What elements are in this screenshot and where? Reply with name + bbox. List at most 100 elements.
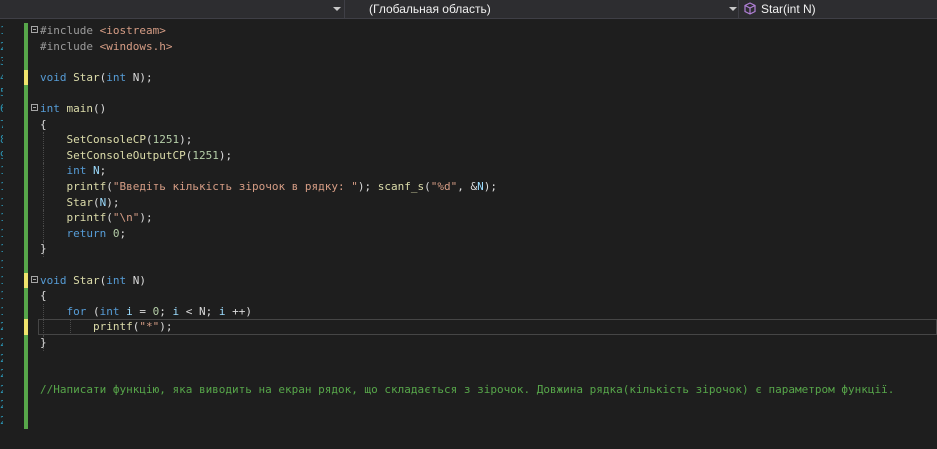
collapse-icon[interactable]: [31, 104, 38, 111]
code-text: }: [40, 241, 47, 257]
code-token: printf: [66, 180, 107, 193]
line-number: 7: [0, 117, 3, 133]
code-text: }: [40, 335, 47, 351]
code-line[interactable]: 2 #include <windows.h>: [0, 38, 937, 55]
code-line[interactable]: 26: [0, 413, 937, 429]
code-token: < N;: [179, 304, 219, 318]
code-line[interactable]: 4 void Star(int N);: [0, 69, 937, 86]
code-line[interactable]: 3: [0, 54, 937, 70]
code-line[interactable]: 5: [0, 85, 937, 101]
code-line[interactable]: 9 SetConsoleOutputCP(1251);: [0, 147, 937, 164]
code-token: {: [40, 289, 47, 303]
change-tracking-marker: [24, 69, 28, 86]
change-tracking-marker: [24, 257, 28, 273]
line-number: 8: [0, 132, 3, 148]
code-line[interactable]: 8 SetConsoleCP(1251);: [0, 132, 937, 148]
code-token: <iostream>: [99, 24, 166, 37]
line-number: 24: [0, 382, 3, 398]
code-token: );: [357, 180, 378, 193]
code-token: return: [66, 226, 113, 240]
code-token: "\n": [112, 211, 140, 225]
code-line[interactable]: 15}: [0, 241, 937, 257]
code-text: SetConsoleOutputCP(1251);: [40, 148, 233, 164]
code-token: );: [179, 133, 193, 147]
code-token: for: [66, 304, 93, 318]
code-token: <windows.h>: [99, 39, 173, 53]
code-line[interactable]: 16: [0, 257, 937, 273]
code-line[interactable]: 25: [0, 397, 937, 413]
code-line[interactable]: 21}: [0, 335, 937, 351]
code-editor[interactable]: 1 #include <iostream> 2 #include <windows.h…: [0, 19, 937, 449]
scope-dropdown[interactable]: (Глобальная область): [346, 0, 739, 18]
code-line[interactable]: 24 //Написати функцію, яка виводить на ек…: [0, 381, 937, 398]
line-number: 15: [0, 241, 3, 257]
code-line[interactable]: 13 printf("\n");: [0, 210, 937, 226]
code-token: i: [218, 304, 226, 318]
member-dropdown[interactable]: Star(int N): [740, 0, 937, 18]
collapse-icon[interactable]: [31, 275, 38, 283]
code-line[interactable]: 12 Star(N);: [0, 194, 937, 211]
line-number: 25: [0, 397, 3, 413]
line-number: 13: [0, 210, 3, 226]
code-token: (: [424, 180, 431, 193]
code-token: , &: [457, 180, 478, 193]
line-number: 3: [0, 54, 3, 70]
change-tracking-marker: [24, 272, 28, 289]
line-number: 2: [0, 39, 3, 55]
code-line[interactable]: 19 for (int i = 0; i < N; i ++): [0, 303, 937, 320]
code-token: Star: [66, 195, 94, 209]
code-text: int N;: [40, 163, 107, 179]
code-text: int main(): [40, 101, 106, 117]
code-token: SetConsoleCP: [66, 133, 146, 147]
code-token: (: [106, 180, 113, 193]
project-dropdown[interactable]: [0, 0, 345, 18]
code-line[interactable]: 17 void Star(int N): [0, 272, 937, 289]
code-token: int: [40, 102, 67, 115]
line-number: 20: [0, 319, 3, 335]
code-text: void Star(int N);: [40, 70, 153, 86]
method-cube-icon: [744, 2, 756, 15]
change-tracking-marker: [24, 54, 28, 70]
line-number: 19: [0, 304, 3, 320]
change-tracking-marker: [24, 225, 28, 242]
code-line[interactable]: 23: [0, 366, 937, 382]
change-tracking-marker: [24, 132, 28, 148]
code-text: SetConsoleCP(1251);: [40, 132, 193, 148]
code-line[interactable]: 14 return 0;: [0, 225, 937, 242]
code-line[interactable]: 11 printf("Введіть кількість зірочок в р…: [0, 179, 937, 195]
change-tracking-marker: [24, 116, 28, 133]
collapse-icon[interactable]: [31, 26, 38, 33]
change-tracking-marker: [24, 147, 28, 164]
code-token: N: [93, 164, 100, 178]
code-token: (: [106, 211, 113, 225]
line-number: 23: [0, 366, 3, 382]
code-text: Star(N);: [40, 195, 120, 211]
code-line[interactable]: 7{: [0, 116, 937, 133]
change-tracking-marker: [24, 210, 28, 226]
code-token: }: [40, 336, 47, 349]
line-number: 18: [0, 288, 3, 304]
code-line[interactable]: 22: [0, 350, 937, 367]
change-tracking-marker: [24, 366, 28, 382]
code-line[interactable]: 6 int main(): [0, 101, 937, 117]
code-line[interactable]: 18 {: [0, 288, 937, 304]
code-token: void: [40, 273, 74, 287]
code-line[interactable]: 1 #include <iostream>: [0, 23, 937, 39]
line-number: 10: [0, 163, 3, 179]
line-number: 21: [0, 335, 3, 351]
code-line[interactable]: 20 printf("*");: [0, 319, 937, 335]
code-token: ;: [99, 164, 107, 178]
code-token: =: [132, 304, 153, 318]
change-tracking-marker: [24, 194, 28, 211]
code-token: 1251: [152, 133, 180, 147]
code-line[interactable]: 10 int N;: [0, 163, 937, 179]
code-token: N);: [132, 70, 153, 84]
change-tracking-marker: [24, 288, 28, 304]
code-token: 1251: [192, 148, 219, 162]
code-token: (: [145, 133, 153, 147]
